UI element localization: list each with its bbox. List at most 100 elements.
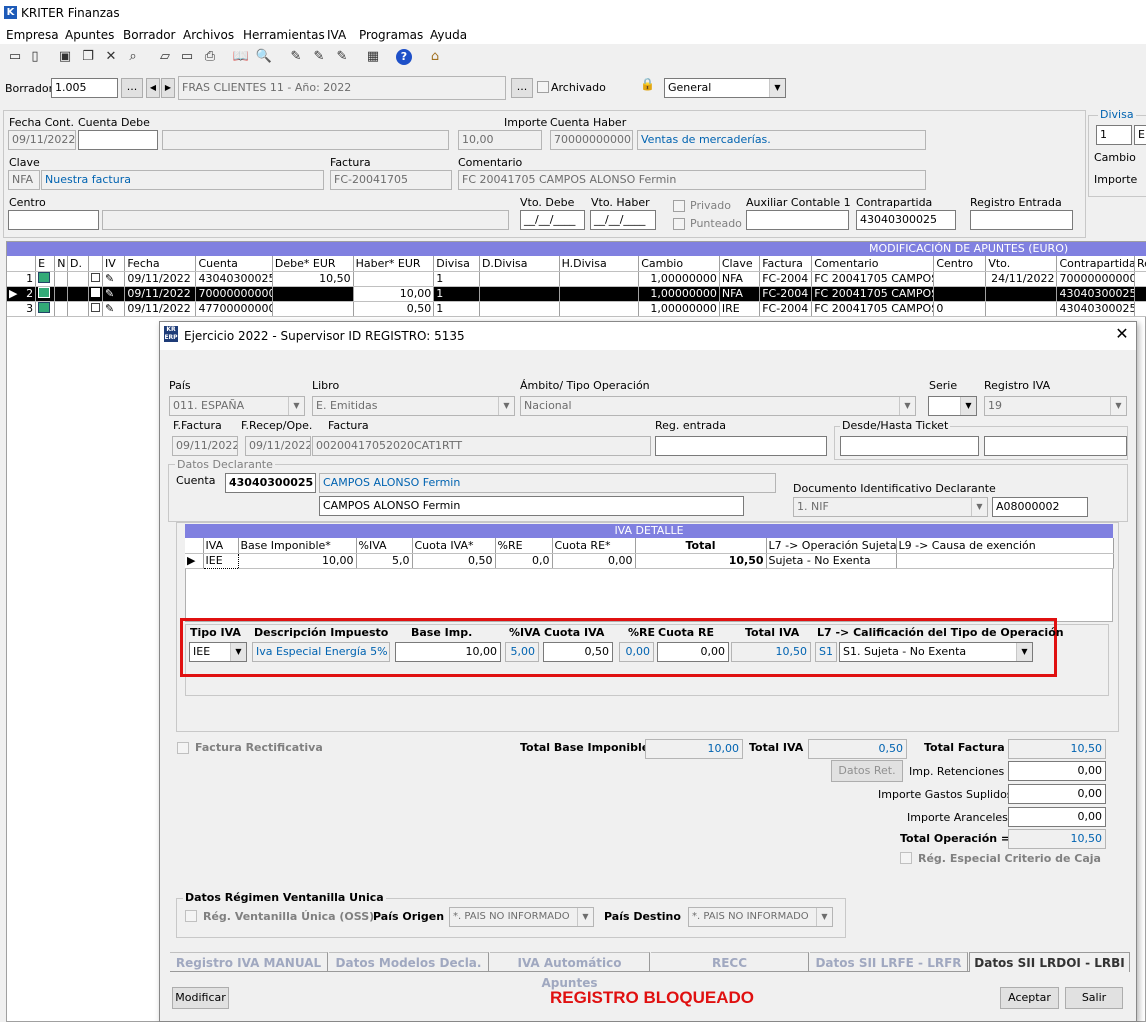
importe-input[interactable]: 10,00 — [458, 130, 542, 150]
menu-borrador[interactable]: Borrador — [123, 28, 175, 42]
cuota-re-input[interactable]: 0,00 — [657, 642, 729, 662]
document-icon[interactable]: ▯ — [26, 48, 44, 66]
serie-select[interactable]: ▼ — [928, 396, 977, 416]
aranceles-input[interactable]: 0,00 — [1008, 807, 1106, 827]
factura-rectificativa-checkbox[interactable] — [177, 742, 189, 754]
menu-archivos[interactable]: Archivos — [183, 28, 234, 42]
aceptar-button[interactable]: Aceptar — [1000, 987, 1059, 1009]
doc-tipo-select[interactable]: 1. NIF ▼ — [793, 497, 988, 517]
cell: 43040300025 — [1056, 301, 1135, 317]
tab-registro-iva-manual[interactable]: Registro IVA MANUAL — [170, 952, 328, 972]
tab-datos-sii-lrfe[interactable]: Datos SII LRFE - LRFR — [810, 952, 968, 972]
contrapartida-input[interactable]: 43040300025 — [856, 210, 956, 230]
edit1-icon[interactable]: ✎ — [287, 48, 305, 66]
cuenta-debe-input[interactable] — [78, 130, 158, 150]
datos-ret-button[interactable]: Datos Ret. — [831, 760, 903, 782]
tipo-iva-select[interactable]: IEE ▼ — [189, 642, 247, 662]
tab-datos-sii-lrdoi[interactable]: Datos SII LRDOI - LRBI — [969, 952, 1130, 972]
imp-ret-input[interactable]: 0,00 — [1008, 761, 1106, 781]
tab-recc[interactable]: RECC — [651, 952, 809, 972]
divisa-input[interactable]: 1 — [1096, 125, 1132, 145]
ffactura-input[interactable]: 09/11/2022 — [172, 436, 238, 456]
book-icon[interactable]: 📖 — [232, 48, 250, 66]
menu-iva[interactable]: IVA — [327, 28, 346, 42]
menu-apuntes[interactable]: Apuntes — [65, 28, 114, 42]
find-icon[interactable]: ⌕ — [124, 48, 142, 66]
checkbox-icon[interactable] — [88, 301, 104, 317]
registro-entrada-input[interactable] — [970, 210, 1073, 230]
modificar-button[interactable]: Modificar — [172, 987, 229, 1009]
cell[interactable]: 10,00 — [353, 286, 435, 302]
cuenta-input[interactable]: 43040300025 — [225, 473, 316, 493]
privado-checkbox[interactable] — [673, 200, 685, 212]
registro-iva-select[interactable]: 19 ▼ — [984, 396, 1127, 416]
l7-select[interactable]: S1. Sujeta - No Exenta ▼ — [839, 642, 1033, 662]
search-icon[interactable]: 🔍 — [255, 48, 273, 66]
cuota-iva-input[interactable]: 0,50 — [543, 642, 613, 662]
pais-origen-select[interactable]: *. PAIS NO INFORMADO ▼ — [449, 907, 594, 927]
menu-programas[interactable]: Programas — [359, 28, 423, 42]
doc-num-input[interactable]: A08000002 — [992, 497, 1088, 517]
base-imp-input[interactable]: 10,00 — [395, 642, 501, 662]
hasta-ticket-input[interactable] — [984, 436, 1127, 456]
clave-input[interactable]: NFA — [8, 170, 40, 190]
pais-select[interactable]: 011. ESPAÑA ▼ — [169, 396, 305, 416]
libro-select[interactable]: E. Emitidas ▼ — [312, 396, 515, 416]
borrador-ellipsis-button[interactable]: ... — [121, 78, 143, 98]
cuenta-haber-input[interactable]: 70000000000 — [550, 130, 633, 150]
centro-input[interactable] — [8, 210, 99, 230]
folder-open-icon[interactable]: ▭ — [178, 48, 196, 66]
desde-ticket-input[interactable] — [840, 436, 979, 456]
pais-destino-select[interactable]: *. PAIS NO INFORMADO ▼ — [688, 907, 833, 927]
vto-debe-input[interactable]: __/__/____ — [520, 210, 585, 230]
help-icon[interactable]: ? — [396, 49, 412, 65]
vto-haber-input[interactable]: __/__/____ — [590, 210, 656, 230]
reg-entrada-input[interactable] — [655, 436, 827, 456]
table-row[interactable]: 1 ✎ 09/11/2022 43040300025 10,50 1 1,00000000 N… — [7, 271, 1146, 287]
factura-input[interactable]: FC-20041705 — [330, 170, 452, 190]
tab-datos-modelos[interactable]: Datos Modelos Decla. — [329, 952, 489, 972]
close-icon[interactable]: ✕ — [1113, 325, 1131, 343]
ventanilla-checkbox[interactable] — [185, 910, 197, 922]
gastos-input[interactable]: 0,00 — [1008, 784, 1106, 804]
prev-button[interactable]: ◀ — [146, 78, 160, 98]
calc-icon[interactable]: ▦ — [364, 48, 382, 66]
iva-detalle-row[interactable]: ▶ IEE 10,00 5,0 0,50 0,0 0,00 10,50 Sujeta - No … — [185, 552, 1114, 569]
menu-ayuda[interactable]: Ayuda — [430, 28, 467, 42]
menu-empresa[interactable]: Empresa — [6, 28, 59, 42]
copy-icon[interactable]: ❐ — [79, 48, 97, 66]
archivado-checkbox[interactable] — [537, 81, 549, 93]
table-row-selected[interactable]: ▶ 2 ✎ 09/11/2022 70000000000 10,00 1 1,00000000… — [7, 286, 1146, 302]
exit-icon[interactable]: ⌂ — [426, 48, 444, 66]
table-row[interactable]: 3 ✎ 09/11/2022 47700000000 0,50 1 1,00000000 IR… — [7, 301, 1146, 317]
reg-especial-checkbox[interactable] — [900, 852, 912, 864]
fecha-cont-input[interactable]: 09/11/2022 — [8, 130, 76, 150]
general-select[interactable]: General ▼ — [664, 78, 786, 98]
checkbox-icon[interactable] — [88, 286, 104, 302]
tab-iva-automatico[interactable]: IVA Automático Apuntes — [490, 952, 650, 990]
cell[interactable]: IEE — [202, 552, 239, 569]
divisa-input-2[interactable]: E — [1134, 125, 1146, 145]
checkbox-icon[interactable] — [88, 271, 104, 287]
save-icon[interactable]: ▣ — [56, 48, 74, 66]
ambito-select[interactable]: Nacional ▼ — [520, 396, 916, 416]
print-icon[interactable]: ⎙ — [201, 48, 219, 66]
new-icon[interactable]: ▭ — [6, 48, 24, 66]
nombre-input[interactable]: CAMPOS ALONSO Fermin — [319, 496, 744, 516]
delete-icon[interactable]: ✕ — [102, 48, 120, 66]
next-button[interactable]: ▶ — [161, 78, 175, 98]
desc-ellipsis-button[interactable]: ... — [511, 78, 533, 98]
salir-button[interactable]: Salir — [1065, 987, 1123, 1009]
apuntes-table[interactable]: E N D. IV Fecha Cuenta Debe* EUR Haber* EUR Divi… — [7, 256, 1146, 317]
edit2-icon[interactable]: ✎ — [310, 48, 328, 66]
borrador-input[interactable]: 1.005 — [51, 78, 118, 98]
frecep-input[interactable]: 09/11/2022 — [245, 436, 311, 456]
punteado-checkbox[interactable] — [673, 218, 685, 230]
folder-icon[interactable]: ▱ — [156, 48, 174, 66]
aux-input[interactable] — [746, 210, 849, 230]
edit3-icon[interactable]: ✎ — [333, 48, 351, 66]
iva-detalle-table[interactable]: IVA Base Imponible* %IVA Cuota IVA* %RE Cuota… — [185, 538, 1114, 569]
comentario-input[interactable]: FC 20041705 CAMPOS ALONSO Fermin — [458, 170, 926, 190]
dialog-factura-input[interactable]: 00200417052020CAT1RTT — [312, 436, 651, 456]
menu-herramientas[interactable]: Herramientas — [243, 28, 325, 42]
